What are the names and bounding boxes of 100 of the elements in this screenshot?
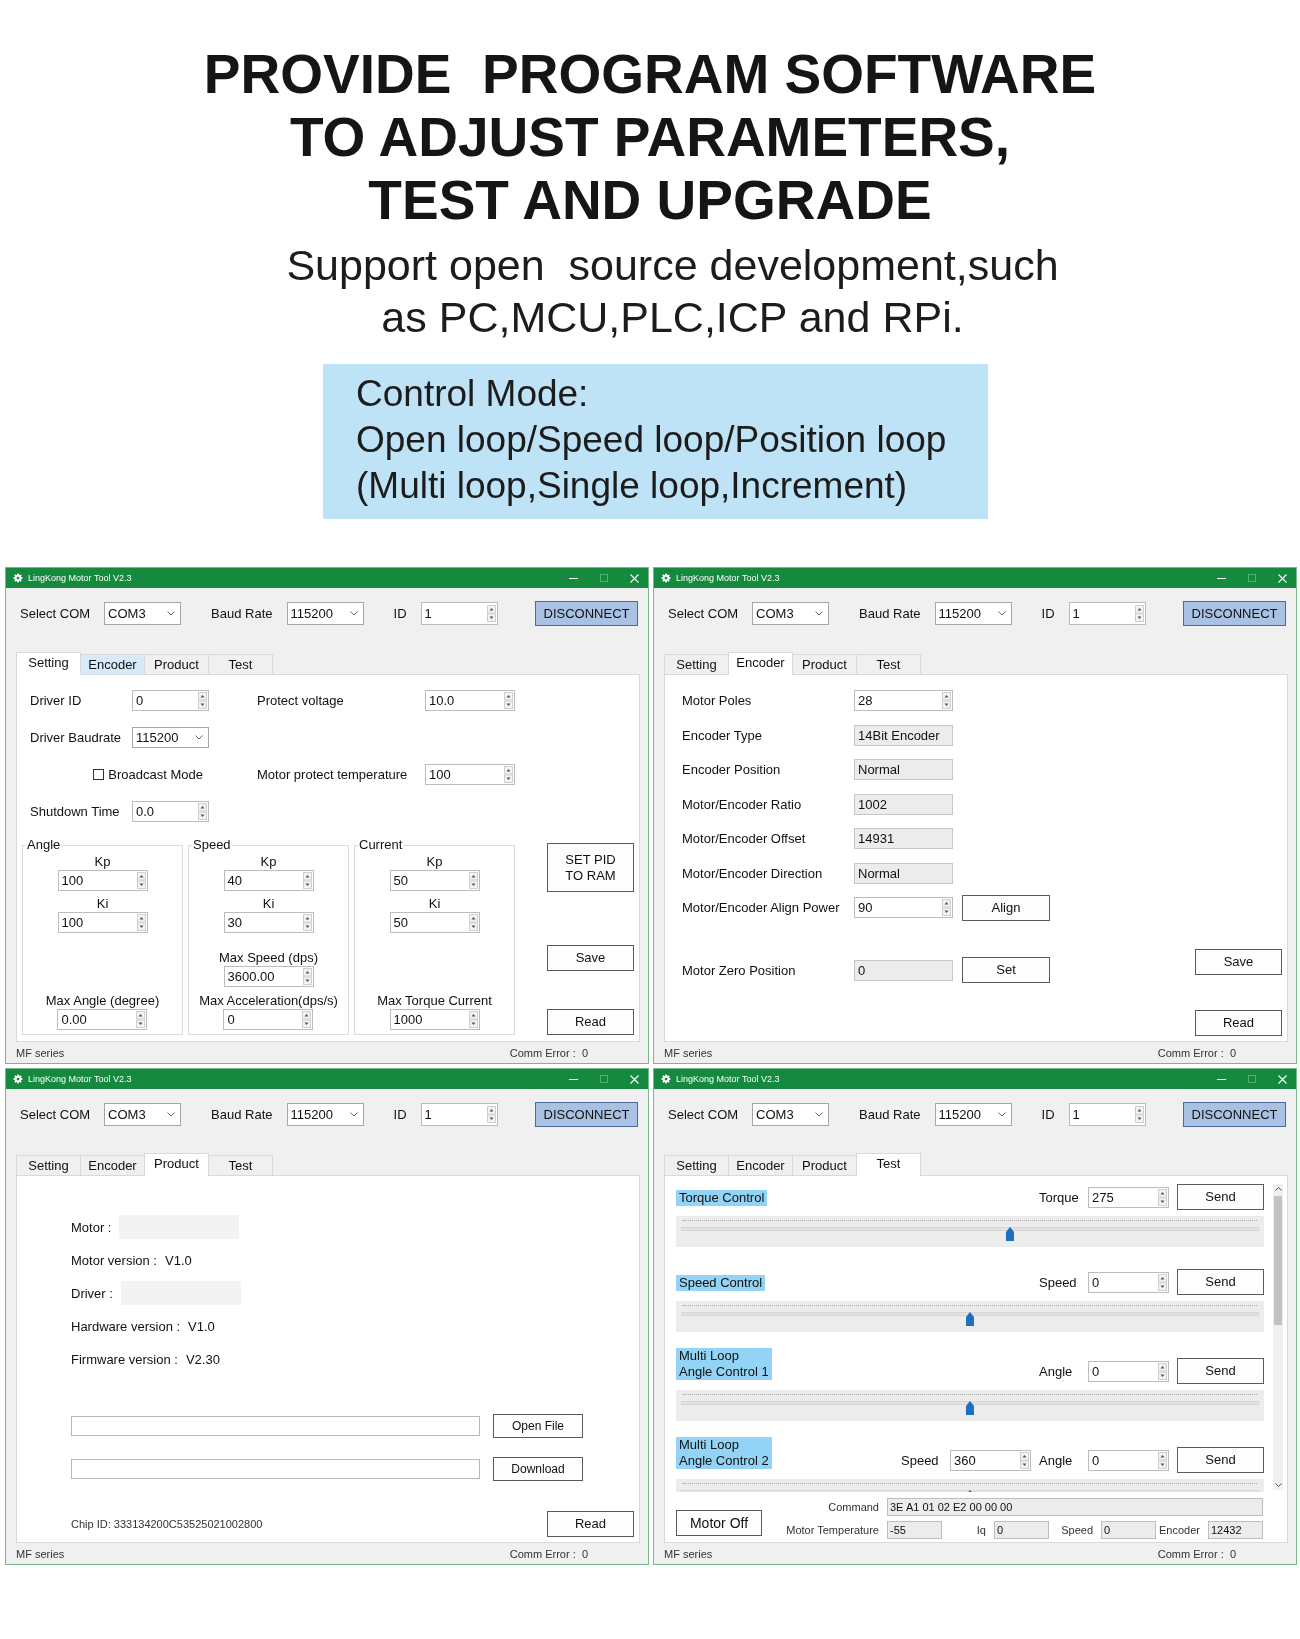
send-button[interactable]: Send bbox=[1177, 1184, 1264, 1210]
spin-arrows-icon[interactable] bbox=[486, 1106, 496, 1123]
minimize-icon[interactable] bbox=[1217, 577, 1226, 579]
slider-thumb[interactable] bbox=[966, 1401, 974, 1415]
spin-field[interactable]: 100 bbox=[425, 764, 515, 785]
spin-arrows-icon[interactable] bbox=[302, 1011, 312, 1028]
spin-field[interactable]: 50 bbox=[389, 912, 480, 933]
spin-arrows-icon[interactable] bbox=[1020, 1452, 1029, 1469]
tab[interactable]: Test bbox=[208, 654, 273, 674]
slider-thumb[interactable] bbox=[1006, 1227, 1015, 1241]
spin-arrows-icon[interactable] bbox=[942, 899, 951, 916]
slider-thumb[interactable] bbox=[966, 1312, 974, 1326]
set-pid-button[interactable]: SET PID TO RAM bbox=[547, 843, 634, 892]
dropdown[interactable]: COM3 bbox=[104, 1103, 182, 1126]
spin-arrows-icon[interactable] bbox=[302, 914, 312, 931]
spin-arrows-icon[interactable] bbox=[1134, 1106, 1144, 1123]
slider[interactable] bbox=[676, 1390, 1264, 1421]
spin-arrows-icon[interactable] bbox=[136, 1011, 146, 1028]
spin-arrows-icon[interactable] bbox=[942, 692, 951, 709]
spin-arrows-icon[interactable] bbox=[468, 1011, 478, 1028]
dropdown[interactable]: 115200 bbox=[132, 727, 209, 748]
align-button[interactable]: Align bbox=[962, 894, 1050, 921]
dropdown[interactable]: COM3 bbox=[752, 1103, 830, 1126]
scrollbar-thumb[interactable] bbox=[1274, 1196, 1282, 1325]
slider[interactable] bbox=[676, 1216, 1264, 1247]
minimize-icon[interactable] bbox=[1217, 1078, 1226, 1080]
spin-arrows-icon[interactable] bbox=[504, 692, 513, 709]
checkbox[interactable] bbox=[93, 769, 105, 780]
tab[interactable]: Setting bbox=[16, 1155, 81, 1175]
minimize-icon[interactable] bbox=[569, 1078, 578, 1080]
download-button[interactable]: Download bbox=[493, 1457, 583, 1481]
spin-arrows-icon[interactable] bbox=[198, 692, 207, 709]
close-icon[interactable] bbox=[630, 1074, 639, 1084]
send-button[interactable]: Send bbox=[1177, 1269, 1264, 1295]
tab[interactable]: Setting bbox=[16, 652, 81, 675]
dropdown[interactable]: 115200 bbox=[934, 602, 1012, 625]
dropdown[interactable]: 115200 bbox=[286, 602, 364, 625]
slider[interactable] bbox=[676, 1301, 1264, 1332]
tab[interactable]: Product bbox=[144, 1153, 209, 1176]
chevron-up-icon[interactable] bbox=[1274, 1187, 1282, 1191]
spin-arrows-icon[interactable] bbox=[198, 803, 207, 820]
spin-field[interactable]: 100 bbox=[57, 912, 148, 933]
save-button[interactable]: Save bbox=[1195, 949, 1282, 975]
spin-field[interactable]: 90 bbox=[854, 897, 953, 918]
close-icon[interactable] bbox=[1278, 573, 1287, 583]
spin-field[interactable]: 0.00 bbox=[57, 1009, 148, 1030]
spin-arrows-icon[interactable] bbox=[1158, 1274, 1167, 1291]
spin-field[interactable]: 0.0 bbox=[132, 801, 209, 822]
dropdown[interactable]: COM3 bbox=[752, 602, 830, 625]
spin-field[interactable]: 1 bbox=[420, 602, 498, 625]
spin-field[interactable]: 40 bbox=[223, 870, 314, 891]
file-path-field[interactable] bbox=[71, 1459, 480, 1479]
spin-field[interactable]: 0 bbox=[1088, 1450, 1169, 1471]
spin-field[interactable]: 100 bbox=[57, 870, 148, 891]
close-icon[interactable] bbox=[630, 573, 639, 583]
set-button[interactable]: Set bbox=[962, 957, 1050, 983]
spin-field[interactable]: 30 bbox=[223, 912, 314, 933]
spin-field[interactable]: 1000 bbox=[389, 1009, 480, 1030]
spin-field[interactable]: 10.0 bbox=[425, 690, 515, 711]
spin-arrows-icon[interactable] bbox=[1134, 605, 1144, 622]
tab[interactable]: Test bbox=[208, 1155, 273, 1175]
read-button[interactable]: Read bbox=[547, 1511, 634, 1537]
spin-field[interactable]: 28 bbox=[854, 690, 953, 711]
minimize-icon[interactable] bbox=[569, 577, 578, 579]
disconnect-button[interactable]: DISCONNECT bbox=[535, 1102, 638, 1127]
spin-arrows-icon[interactable] bbox=[468, 914, 478, 931]
tab[interactable]: Test bbox=[856, 1153, 921, 1176]
disconnect-button[interactable]: DISCONNECT bbox=[535, 601, 638, 626]
dropdown[interactable]: 115200 bbox=[286, 1103, 364, 1126]
open-file-button[interactable]: Open File bbox=[493, 1414, 583, 1438]
close-icon[interactable] bbox=[1278, 1074, 1287, 1084]
tab[interactable]: Encoder bbox=[728, 652, 793, 675]
spin-field[interactable]: 0 bbox=[132, 690, 209, 711]
spin-field[interactable]: 0 bbox=[1088, 1361, 1169, 1382]
scrollbar[interactable] bbox=[1273, 1184, 1283, 1490]
spin-field[interactable]: 3600.00 bbox=[223, 966, 314, 987]
save-button[interactable]: Save bbox=[547, 945, 634, 971]
spin-arrows-icon[interactable] bbox=[1158, 1452, 1167, 1469]
spin-field[interactable]: 0 bbox=[1088, 1272, 1169, 1293]
read-button[interactable]: Read bbox=[1195, 1010, 1282, 1036]
spin-arrows-icon[interactable] bbox=[504, 766, 513, 783]
tab[interactable]: Test bbox=[856, 654, 921, 674]
chevron-down-icon[interactable] bbox=[1274, 1483, 1282, 1487]
spin-arrows-icon[interactable] bbox=[1158, 1189, 1167, 1206]
spin-arrows-icon[interactable] bbox=[136, 914, 146, 931]
spin-field[interactable]: 360 bbox=[950, 1450, 1031, 1471]
spin-arrows-icon[interactable] bbox=[302, 872, 312, 889]
spin-field[interactable]: 1 bbox=[420, 1103, 498, 1126]
dropdown[interactable]: 115200 bbox=[934, 1103, 1012, 1126]
spin-arrows-icon[interactable] bbox=[136, 872, 146, 889]
tab[interactable]: Setting bbox=[664, 654, 729, 674]
dropdown[interactable]: COM3 bbox=[104, 602, 182, 625]
tab[interactable]: Setting bbox=[664, 1155, 729, 1175]
spin-field[interactable]: 0 bbox=[223, 1009, 314, 1030]
slider-track[interactable] bbox=[681, 1227, 1259, 1241]
read-button[interactable]: Read bbox=[547, 1009, 634, 1035]
slider-track[interactable] bbox=[681, 1312, 1259, 1326]
send-button[interactable]: Send bbox=[1177, 1358, 1264, 1384]
slider-track[interactable] bbox=[681, 1401, 1259, 1415]
spin-field[interactable]: 1 bbox=[1068, 602, 1146, 625]
